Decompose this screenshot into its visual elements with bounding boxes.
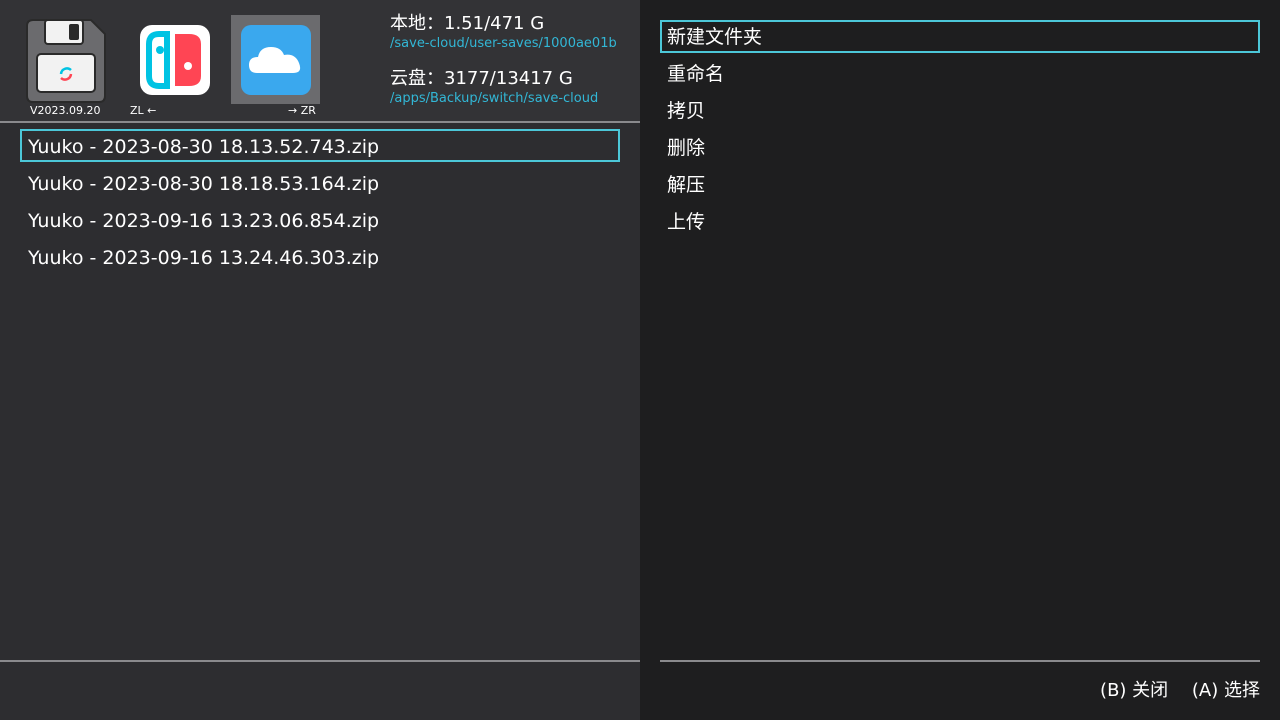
menu-item-copy[interactable]: 拷贝 (660, 94, 1260, 127)
cloud-storage-info: 云盘：3177/13417 G /apps/Backup/switch/save… (390, 64, 640, 106)
menu-item-rename[interactable]: 重命名 (660, 57, 1260, 90)
button-hints: (B) 关闭 (A) 选择 (1082, 676, 1260, 702)
close-hint[interactable]: (B) 关闭 (1100, 680, 1168, 701)
cloud-icon (241, 25, 311, 95)
menu-item-delete[interactable]: 删除 (660, 131, 1260, 164)
menu-item-extract[interactable]: 解压 (660, 168, 1260, 201)
menu-item-upload[interactable]: 上传 (660, 205, 1260, 238)
footer-divider-left (0, 660, 640, 662)
version-caption: V2023.09.20 (30, 104, 101, 117)
header-divider (0, 121, 640, 123)
local-storage-info: 本地：1.51/471 G /save-cloud/user-saves/100… (390, 9, 640, 51)
select-hint[interactable]: (A) 选择 (1192, 680, 1260, 701)
save-disk-tab[interactable] (21, 16, 109, 104)
menu-item-new-folder[interactable]: 新建文件夹 (660, 20, 1260, 53)
file-list: Yuuko - 2023-08-30 18.13.52.743.zip Yuuk… (20, 129, 620, 277)
switch-tab-hint: ZL ← (130, 104, 157, 117)
file-row[interactable]: Yuuko - 2023-08-30 18.13.52.743.zip (20, 129, 620, 162)
local-storage-label: 本地：1.51/471 G (390, 13, 545, 34)
header-bar: V2023.09.20 ZL ← → ZR 本地：1.51/471 G /sav… (0, 0, 640, 121)
cloud-tab-hint: → ZR (288, 104, 316, 117)
switch-tab[interactable] (131, 16, 219, 104)
cloud-path: /apps/Backup/switch/save-cloud (390, 91, 599, 106)
file-row[interactable]: Yuuko - 2023-09-16 13.23.06.854.zip (20, 203, 620, 236)
cloud-storage-label: 云盘：3177/13417 G (390, 68, 573, 89)
cloud-tab[interactable] (231, 15, 320, 104)
context-menu: 新建文件夹 重命名 拷贝 删除 解压 上传 (660, 20, 1260, 242)
switch-console-icon (140, 25, 210, 95)
context-menu-panel: 新建文件夹 重命名 拷贝 删除 解压 上传 (B) 关闭 (A) 选择 (640, 0, 1280, 720)
left-pane: V2023.09.20 ZL ← → ZR 本地：1.51/471 G /sav… (0, 0, 640, 720)
footer-divider-right (660, 660, 1260, 662)
file-row[interactable]: Yuuko - 2023-08-30 18.18.53.164.zip (20, 166, 620, 199)
file-row[interactable]: Yuuko - 2023-09-16 13.24.46.303.zip (20, 240, 620, 273)
local-path: /save-cloud/user-saves/1000ae01b (390, 36, 617, 51)
floppy-disk-icon (26, 19, 106, 103)
